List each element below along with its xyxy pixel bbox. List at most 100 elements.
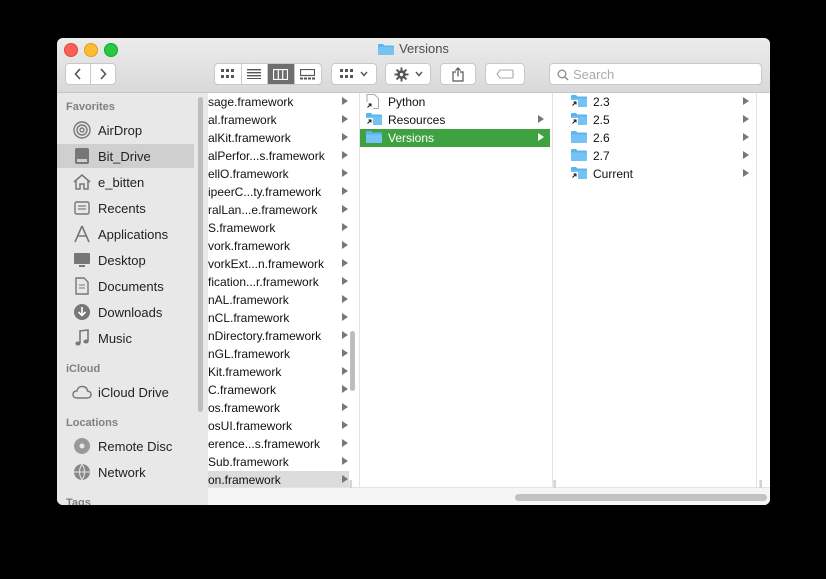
disclosure-arrow-icon xyxy=(743,97,749,105)
framework-row[interactable]: vorkExt...n.framework xyxy=(208,255,349,273)
list-icon xyxy=(247,69,262,79)
sidebar-item-label: Remote Disc xyxy=(98,438,173,454)
sidebar-item-desktop[interactable]: Desktop xyxy=(57,248,194,272)
version-row-current[interactable]: Current xyxy=(565,165,755,183)
documents-icon xyxy=(72,277,92,295)
gear-icon xyxy=(393,66,409,82)
share-icon xyxy=(452,66,464,82)
horizontal-scrollbar[interactable] xyxy=(515,494,767,501)
recents-icon xyxy=(72,199,92,217)
disclosure-arrow-icon xyxy=(342,223,348,231)
framework-row[interactable]: vork.framework xyxy=(208,237,349,255)
framework-row[interactable]: C.framework xyxy=(208,381,349,399)
forward-button[interactable] xyxy=(90,63,116,85)
column-resize-handle[interactable]: || xyxy=(349,479,352,488)
titlebar: Versions Search xyxy=(57,38,770,93)
version-row-2.7[interactable]: 2.7 xyxy=(565,147,755,165)
column-resize-handle[interactable]: || xyxy=(553,479,556,488)
framework-row[interactable]: nCL.framework xyxy=(208,309,349,327)
version-row-2.6[interactable]: 2.6 xyxy=(565,129,755,147)
framework-row[interactable]: osUI.framework xyxy=(208,417,349,435)
framework-row[interactable]: ralLan...e.framework xyxy=(208,201,349,219)
chevron-left-icon xyxy=(74,68,81,80)
disclosure-arrow-icon xyxy=(342,403,348,411)
python-row-python[interactable]: Python xyxy=(360,93,550,111)
column-python: Python Resources Versions xyxy=(360,93,553,487)
sidebar-item-remote-disc[interactable]: Remote Disc xyxy=(57,434,194,458)
framework-row[interactable]: Kit.framework xyxy=(208,363,349,381)
search-field[interactable]: Search xyxy=(549,63,762,85)
row-label: osUI.framework xyxy=(208,419,293,433)
row-label: vorkExt...n.framework xyxy=(208,257,325,271)
row-label: al.framework xyxy=(208,113,277,127)
version-row-2.3[interactable]: 2.3 xyxy=(565,93,755,111)
disclosure-arrow-icon xyxy=(743,151,749,159)
disclosure-arrow-icon xyxy=(342,313,348,321)
sidebar-item-label: Desktop xyxy=(98,252,146,268)
sidebar-item-label: Bit_Drive xyxy=(98,148,151,164)
sidebar-item-airdrop[interactable]: AirDrop xyxy=(57,118,194,142)
framework-row[interactable]: alKit.framework xyxy=(208,129,349,147)
action-button[interactable] xyxy=(385,63,431,85)
column-resize-handle[interactable]: || xyxy=(759,479,762,488)
framework-row[interactable]: nDirectory.framework xyxy=(208,327,349,345)
row-label: sage.framework xyxy=(208,95,294,109)
framework-row[interactable]: on.framework xyxy=(208,471,349,487)
folder-icon xyxy=(571,148,587,164)
sidebar-item-documents[interactable]: Documents xyxy=(57,274,194,298)
group-by-button[interactable] xyxy=(331,63,377,85)
framework-row[interactable]: nAL.framework xyxy=(208,291,349,309)
icon-view-button[interactable] xyxy=(215,64,242,84)
sidebar-item-icloud-drive[interactable]: iCloud Drive xyxy=(57,380,194,404)
sidebar-item-recents[interactable]: Recents xyxy=(57,196,194,220)
disclosure-arrow-icon xyxy=(342,151,348,159)
folder-icon xyxy=(571,94,587,110)
framework-row[interactable]: ipeerC...ty.framework xyxy=(208,183,349,201)
sidebar-item-music[interactable]: Music xyxy=(57,326,194,350)
sidebar-item-label: Music xyxy=(98,330,132,346)
version-row-2.5[interactable]: 2.5 xyxy=(565,111,755,129)
row-label: Resources xyxy=(388,113,446,127)
row-label: S.framework xyxy=(208,221,276,235)
row-label: ellO.framework xyxy=(208,167,289,181)
row-label: alKit.framework xyxy=(208,131,291,145)
airdrop-icon xyxy=(72,121,92,139)
gallery-view-button[interactable] xyxy=(295,64,321,84)
framework-row[interactable]: fication...r.framework xyxy=(208,273,349,291)
framework-row[interactable]: Sub.framework xyxy=(208,453,349,471)
sidebar-item-label: Network xyxy=(98,464,146,480)
sidebar-item-e-bitten[interactable]: e_bitten xyxy=(57,170,194,194)
framework-row[interactable]: alPerfor...s.framework xyxy=(208,147,349,165)
sidebar-item-bit-drive[interactable]: Bit_Drive xyxy=(57,144,194,168)
disclosure-arrow-icon xyxy=(342,331,348,339)
chevron-right-icon xyxy=(100,68,107,80)
disclosure-arrow-icon xyxy=(342,205,348,213)
sidebar-item-applications[interactable]: Applications xyxy=(57,222,194,246)
folder-icon xyxy=(571,112,587,128)
framework-row[interactable]: os.framework xyxy=(208,399,349,417)
window-title-area: Versions xyxy=(57,41,770,56)
row-label: ralLan...e.framework xyxy=(208,203,318,217)
column-frameworks-scrollbar[interactable] xyxy=(350,331,355,391)
framework-row[interactable]: S.framework xyxy=(208,219,349,237)
edit-tags-button[interactable] xyxy=(485,63,525,85)
python-row-resources[interactable]: Resources xyxy=(360,111,550,129)
framework-row[interactable]: ellO.framework xyxy=(208,165,349,183)
list-view-button[interactable] xyxy=(242,64,268,84)
desktop-icon xyxy=(72,251,92,269)
framework-row[interactable]: erence...s.framework xyxy=(208,435,349,453)
sidebar-heading-icloud: iCloud xyxy=(66,363,101,375)
sidebar-scrollbar[interactable] xyxy=(198,97,203,412)
share-button[interactable] xyxy=(440,63,476,85)
column-view-button[interactable] xyxy=(268,64,295,84)
disclosure-arrow-icon xyxy=(342,475,348,483)
framework-row[interactable]: al.framework xyxy=(208,111,349,129)
back-button[interactable] xyxy=(65,63,91,85)
sidebar-item-downloads[interactable]: Downloads xyxy=(57,300,194,324)
python-row-versions[interactable]: Versions xyxy=(360,129,550,147)
framework-row[interactable]: sage.framework xyxy=(208,93,349,111)
sidebar-item-network[interactable]: Network xyxy=(57,460,194,484)
disclosure-arrow-icon xyxy=(743,115,749,123)
framework-row[interactable]: nGL.framework xyxy=(208,345,349,363)
row-label: on.framework xyxy=(208,473,281,487)
